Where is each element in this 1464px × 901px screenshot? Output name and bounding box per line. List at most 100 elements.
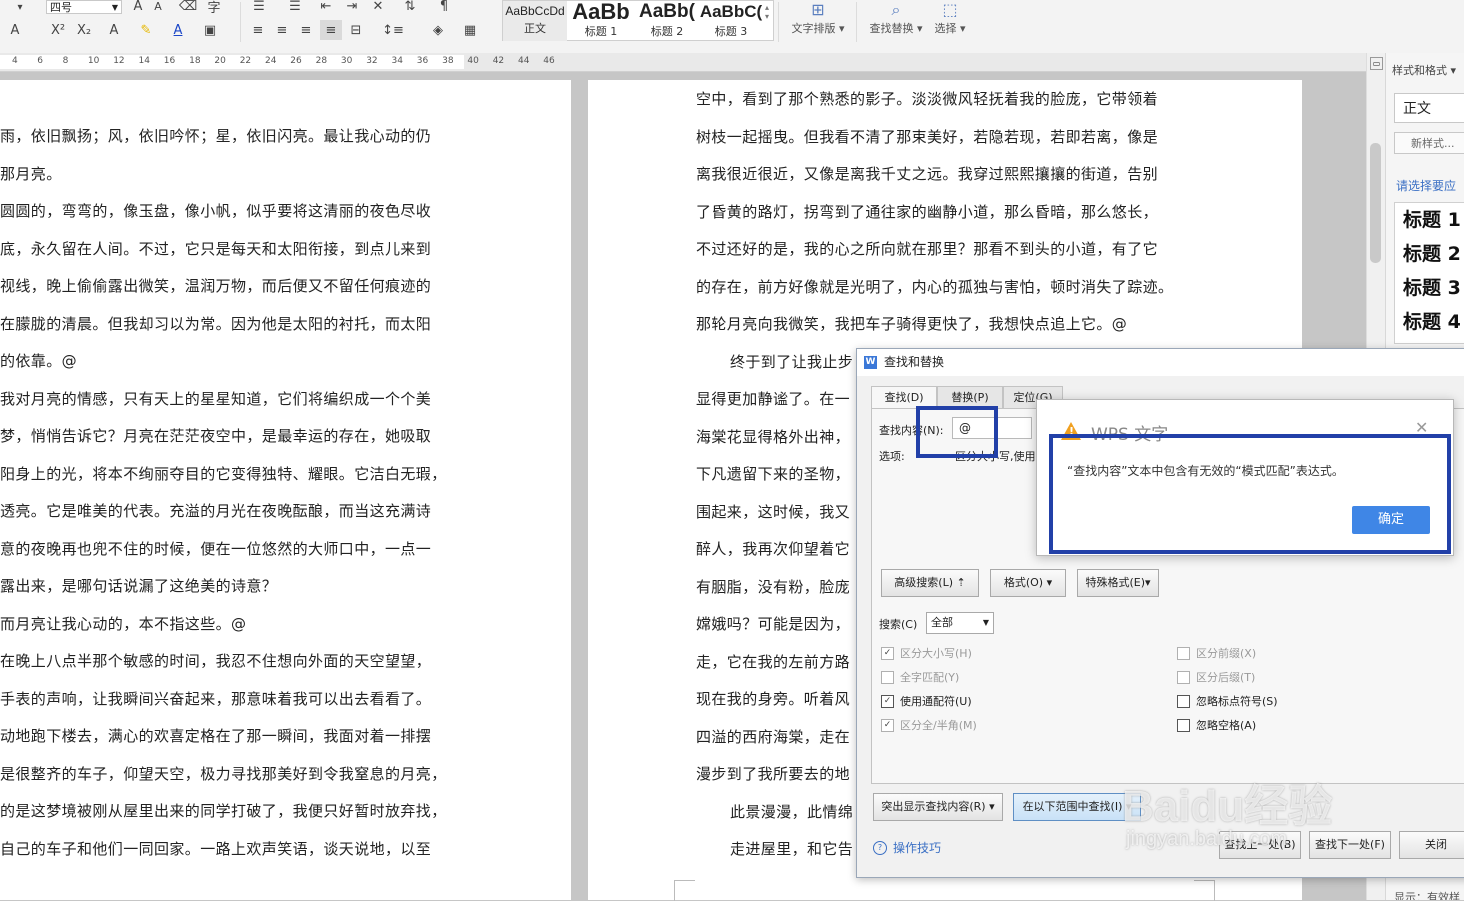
format-button[interactable]: 格式(O) ▾ [990, 569, 1066, 597]
checkbox-label: 全字匹配(Y) [900, 671, 960, 684]
styles-footer[interactable]: 显示：有效样 [1394, 889, 1460, 900]
find-next-button[interactable]: 查找下一处(F) [1309, 831, 1391, 859]
ruler-tick: 6 [37, 56, 44, 66]
gallery-scroll-icon[interactable]: ▴ ▾ [765, 3, 769, 21]
find-what-input[interactable]: @ [952, 417, 1032, 439]
search-direction-select[interactable]: 全部 ▼ [926, 612, 994, 634]
numbered-list-icon[interactable]: ☰ [284, 0, 306, 14]
styles-pane-title: 样式和格式 ▾ [1392, 64, 1457, 77]
close-icon[interactable]: ✕ [1415, 418, 1428, 437]
option-checkbox[interactable]: 忽略标点符号(S) [1177, 693, 1278, 709]
ok-button[interactable]: 确定 [1352, 506, 1430, 534]
font-size-dropdown[interactable]: 四号 ▼ [46, 0, 122, 14]
strikethrough-icon[interactable]: A [0, 20, 30, 40]
close-button[interactable]: 关闭 [1399, 831, 1464, 859]
document-paragraph-line: 走，它在我的左前方路 [696, 652, 851, 671]
style-list-item[interactable]: 标题 3 [1395, 271, 1464, 305]
document-paragraph-line: 底，永久留在人间。不过，它只是每天和太阳衔接，到点儿来到 [0, 239, 432, 258]
option-checkbox[interactable]: ✓ 区分全/半角(M) [881, 717, 977, 733]
increase-indent-icon[interactable]: ⇥ [342, 0, 362, 14]
option-checkbox[interactable]: 区分后缀(T) [1177, 669, 1255, 685]
borders-icon[interactable]: ▦ [456, 20, 484, 40]
distribute-icon[interactable]: ⊟ [346, 20, 366, 40]
baidu-watermark: Baidu经验 jingyan.baidu.com [1122, 770, 1333, 850]
bullet-list-icon[interactable]: ☰ [248, 0, 270, 14]
tab-find[interactable]: 查找(D) [871, 386, 937, 410]
split-icon[interactable]: ▭ [1370, 57, 1383, 70]
style-list-item[interactable]: 标题 1 [1395, 203, 1464, 237]
align-left-icon[interactable]: ≡ [248, 20, 268, 40]
advanced-search-button[interactable]: 高级搜索(L) ⇡ [881, 569, 979, 597]
decrease-indent-icon[interactable]: ⇤ [316, 0, 336, 14]
operation-tips-link[interactable]: ? 操作技巧 [873, 839, 941, 856]
checked-box-icon: ✓ [881, 646, 894, 660]
document-paragraph-line: 离我很近很近，又像是离我千丈之远。我穿过熙熙攘攘的街道，告别 [696, 165, 1159, 183]
subscript-icon[interactable]: X₂ [74, 20, 94, 40]
style-heading-2[interactable]: AaBb( 标题 2 [635, 1, 699, 41]
justify-icon[interactable]: ≡ [320, 20, 342, 40]
superscript-icon[interactable]: X² [48, 20, 68, 40]
ruler-tick: 38 [442, 56, 454, 66]
show-marks-icon[interactable]: ¶ [434, 0, 454, 14]
ruler-tick: 4 [12, 56, 18, 66]
button-label: 格式(O) [1003, 576, 1044, 589]
ruler-tick: 12 [113, 56, 125, 66]
style-normal[interactable]: AaBbCcDd 正文 [503, 1, 567, 41]
document-paragraph-line: 树枝一起摇曳。但我看不清了那束美好，若隐若现，若即若离，像是 [696, 127, 1159, 146]
tab-replace[interactable]: 替换(P) [937, 386, 1003, 409]
watermark-text: Baidu经验 [1122, 782, 1333, 831]
current-style-field[interactable]: 正文 [1394, 93, 1464, 123]
align-center-icon[interactable]: ≡ [272, 20, 292, 40]
style-heading-1[interactable]: AaBb 标题 1 [569, 1, 633, 41]
ruler-tick: 46 [543, 56, 555, 66]
shading-icon[interactable]: ◈ [424, 20, 452, 40]
option-checkbox[interactable]: 忽略空格(A) [1177, 717, 1256, 733]
text-layout-button[interactable]: ⊞ 文字排版 ▾ [786, 0, 850, 45]
highlight-color-icon[interactable]: ✎ [134, 20, 158, 40]
checked-box-icon: ✓ [881, 718, 894, 732]
style-list-item[interactable]: 标题 4 [1395, 305, 1464, 339]
grow-font-icon[interactable]: A [130, 0, 146, 14]
dialog-titlebar[interactable]: W 查找和替换 [857, 349, 1464, 376]
font-name-dropdown[interactable]: ▾ [0, 0, 40, 14]
document-paragraph-line: 在晚上八点半那个敏感的时间，我忍不住想向外面的天空望望， [0, 652, 432, 670]
char-border-icon[interactable]: ▣ [200, 20, 220, 40]
tab-label: 查找(D) [884, 391, 924, 404]
ruler-tick: 22 [239, 56, 252, 66]
highlight-found-button[interactable]: 突出显示查找内容(R) ▾ [873, 793, 1003, 821]
options-value: 区分大小写,使用 [955, 450, 1036, 463]
ruler-tick: 42 [492, 56, 505, 66]
align-right-icon[interactable]: ≡ [296, 20, 316, 40]
button-label: 突出显示查找内容(R) [881, 800, 986, 813]
option-checkbox[interactable]: 区分前缀(X) [1177, 645, 1256, 661]
text-effect-icon[interactable]: A [104, 20, 124, 40]
option-checkbox[interactable]: 全字匹配(Y) [881, 669, 959, 685]
scrollbar-thumb[interactable] [1370, 143, 1381, 263]
document-paragraph-line: 是很整齐的车子，仰望天空，极力寻找那美好到令我窒息的月亮， [0, 764, 447, 783]
find-replace-button[interactable]: ⌕ 查找替换 ▾ [864, 0, 928, 45]
clear-format-icon[interactable]: ⌫ [179, 0, 197, 14]
special-format-button[interactable]: 特殊格式(E)▾ [1077, 569, 1159, 597]
checkbox-label: 区分全/半角(M) [900, 719, 977, 732]
document-page-left[interactable]: 雨，依旧飘扬；风，依旧吟怀；星，依旧闪亮。最让我心动的仍 那月亮。 圆圆的，弯弯的，… [0, 80, 571, 900]
document-paragraph-line: 圆圆的，弯弯的，像玉盘，像小帆，似乎要将这清丽的夜色尽收 [0, 202, 432, 220]
document-paragraph-line: 那月亮。 [0, 164, 62, 183]
select-button[interactable]: ⬚ 选择 ▾ [926, 0, 974, 45]
line-spacing-icon[interactable]: ↕≡ [378, 20, 408, 40]
button-label: 高级搜索(L) ⇡ [894, 576, 966, 589]
checkbox-label: 区分前缀(X) [1196, 647, 1257, 660]
horizontal-ruler[interactable]: 4 6 8 10 12 14 16 18 20 22 24 26 28 30 32 34 36 38 40 42 44 4… [0, 53, 1366, 72]
new-style-button[interactable]: 新样式... [1394, 132, 1464, 154]
option-checkbox[interactable]: ✓ 使用通配符(U) [881, 693, 972, 709]
document-paragraph-line: 空中，看到了那个熟悉的影子。淡淡微风轻抚着我的脸庞，它带领着 [696, 90, 1159, 108]
style-heading-3[interactable]: AaBbC( 标题 3 [699, 1, 763, 41]
document-paragraph-line: 阳身上的光，将本不绚丽夺目的它变得独特、耀眼。它洁白无瑕， [0, 464, 447, 483]
phonetic-icon[interactable]: 字 [204, 0, 224, 16]
shrink-font-icon[interactable]: A [150, 0, 166, 14]
sort-icon[interactable]: ⇅ [400, 0, 420, 14]
option-checkbox[interactable]: ✓ 区分大小写(H) [881, 645, 972, 661]
style-list-item[interactable]: 标题 2 [1395, 237, 1464, 271]
font-color-icon[interactable]: A [168, 20, 188, 40]
chinese-layout-icon[interactable]: ✕ [368, 0, 388, 14]
ruler-tick: 20 [214, 56, 226, 66]
